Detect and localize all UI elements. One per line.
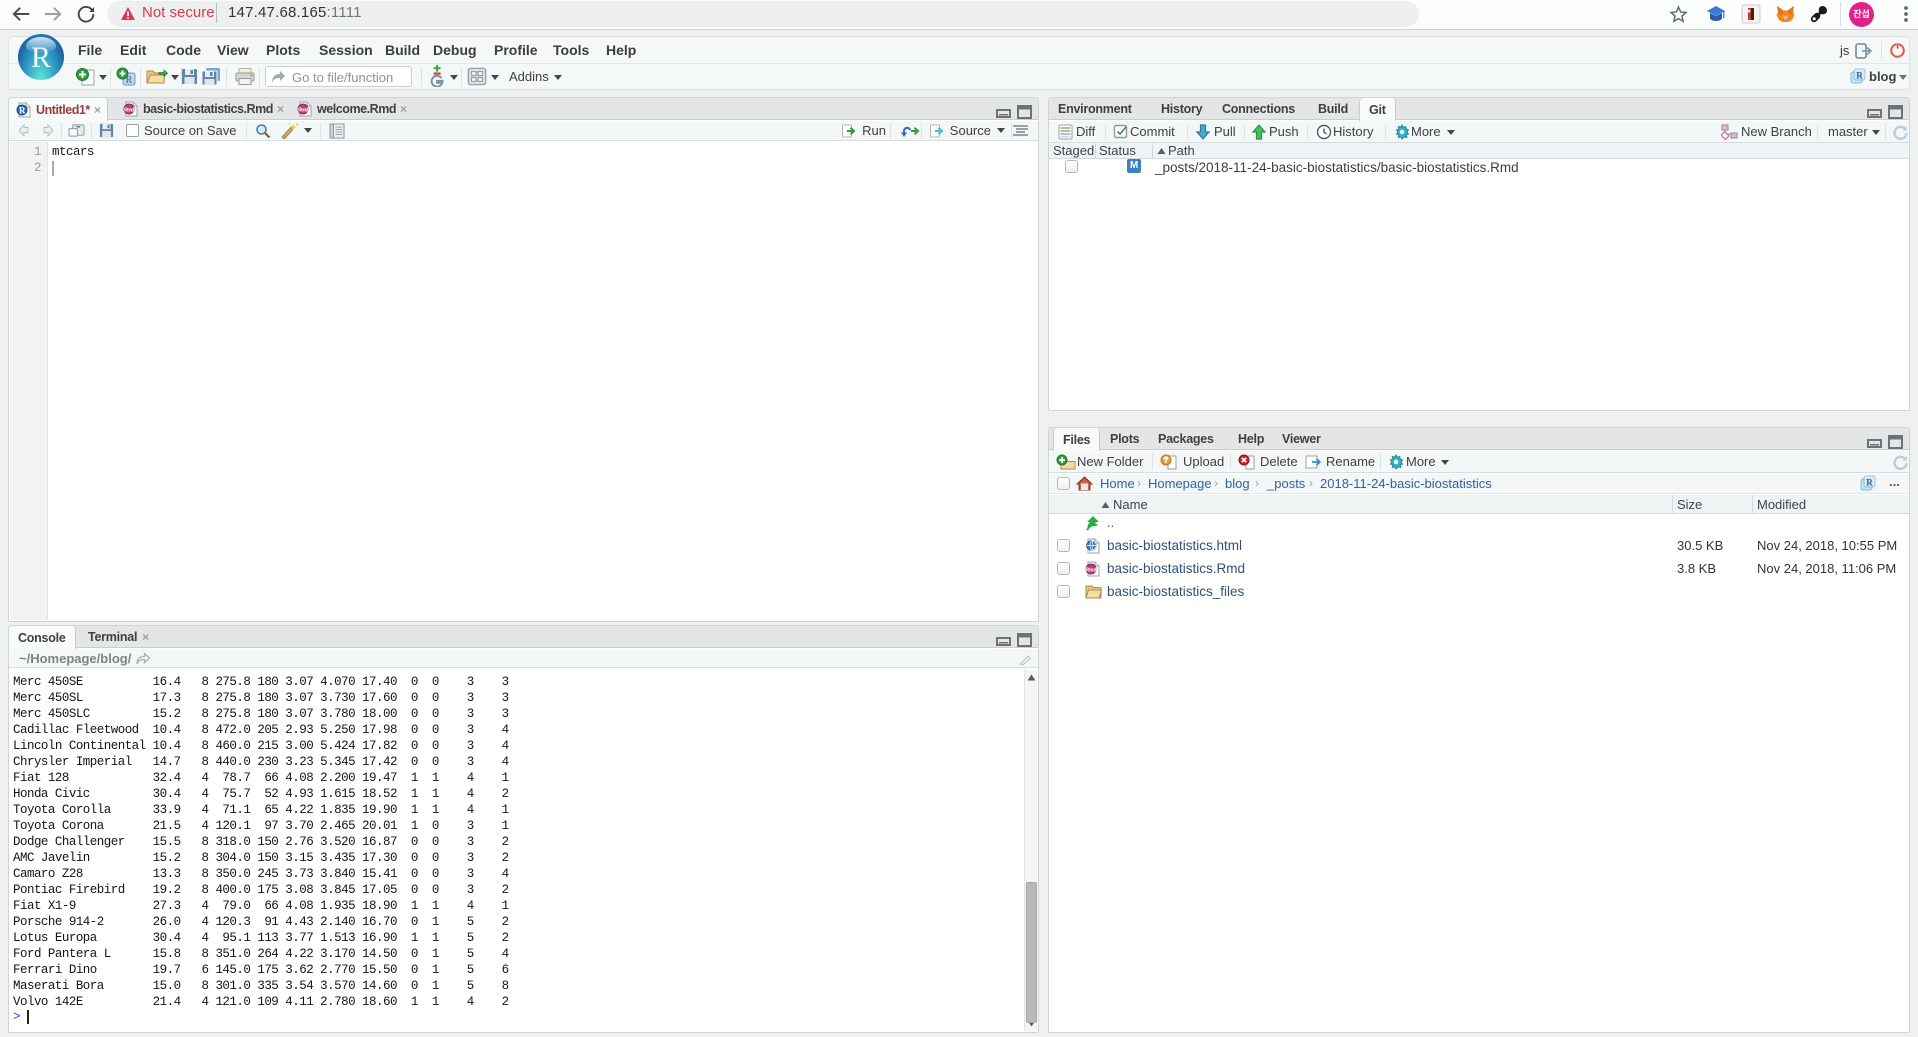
svg-text:Rmd: Rmd (298, 108, 308, 114)
svg-text:Rmd: Rmd (1085, 568, 1096, 574)
svg-text:R: R (19, 105, 26, 115)
svg-text:R: R (1866, 478, 1873, 488)
svg-text:Rmd: Rmd (124, 108, 134, 114)
svg-text:R: R (1856, 71, 1863, 81)
